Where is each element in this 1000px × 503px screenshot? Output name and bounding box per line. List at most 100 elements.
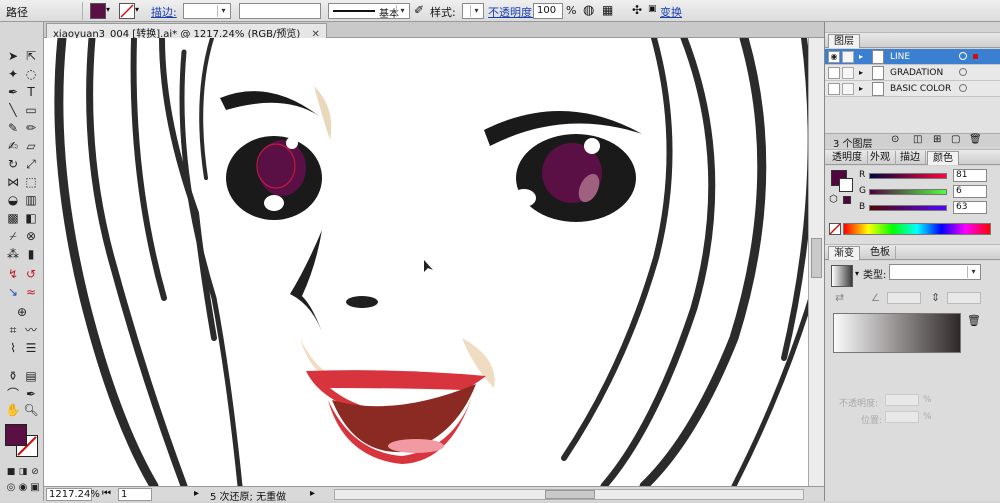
lock-toggle[interactable] — [842, 51, 854, 63]
none-color-swatch[interactable] — [829, 223, 841, 235]
graphic-style-picker[interactable]: ▾ — [462, 3, 484, 19]
red-slider[interactable] — [869, 173, 947, 179]
zoom-tool-icon[interactable]: 🔍︎ — [22, 402, 40, 418]
fill-dropdown-icon[interactable]: ▾ — [106, 5, 110, 14]
stop-opacity-input[interactable] — [885, 394, 919, 406]
layers-tab[interactable]: 图层 — [828, 34, 860, 48]
gradient-type-select[interactable]: ▾ — [889, 264, 981, 280]
opacity-label-link[interactable]: 不透明度: — [488, 4, 536, 20]
artboard-canvas[interactable] — [44, 38, 824, 486]
tab-gradient[interactable]: 渐变 — [828, 246, 860, 260]
gradient-slider-preview[interactable] — [833, 313, 961, 353]
red-value-input[interactable]: 81 — [953, 169, 987, 182]
rotate-tool-icon[interactable]: ↻ — [4, 156, 22, 172]
width-tool-icon[interactable]: ⋈ — [4, 174, 22, 190]
visibility-eye-icon[interactable]: ◉ — [828, 51, 840, 63]
tab-appearance[interactable]: 外观 — [865, 151, 896, 165]
align-icon[interactable]: ✣ — [632, 3, 642, 17]
shape-builder-tool-icon[interactable]: ◒ — [4, 192, 22, 208]
document-tab[interactable]: xiaoyuan3_004 [转换].ai* @ 1217.24% (RGB/预… — [46, 23, 327, 40]
column-graph-tool-icon[interactable]: ▮ — [22, 246, 40, 262]
slice-tool-icon[interactable]: ⊕ — [13, 304, 31, 320]
mesh-tool-icon[interactable]: ▩ — [4, 210, 22, 226]
target-circle-icon[interactable] — [959, 84, 967, 92]
stroke-swatch[interactable] — [119, 3, 135, 19]
scroll-thumb[interactable] — [811, 238, 822, 278]
visibility-eye-icon[interactable] — [828, 83, 840, 95]
layer-row-line[interactable]: ◉ ▸ LINE — [825, 49, 1000, 65]
lasso-tool-icon[interactable]: ◌ — [22, 66, 40, 82]
eyedropper-tool-icon[interactable]: ⌿ — [4, 228, 22, 244]
scroll-thumb[interactable] — [545, 490, 595, 499]
eraser-tool-icon[interactable]: ▱ — [22, 138, 40, 154]
direct-selection-tool-icon[interactable]: ⇱ — [22, 48, 40, 64]
variable-width-profile[interactable] — [239, 3, 321, 19]
new-layer-icon[interactable]: ▢ — [951, 134, 960, 145]
locate-object-icon[interactable]: ⊙ — [891, 134, 899, 145]
blob-brush-tool-icon[interactable]: ✍ — [4, 138, 22, 154]
rectangle-tool-icon[interactable]: ▭ — [22, 102, 40, 118]
closest-color-swatch[interactable] — [843, 196, 851, 204]
expand-arrow-icon[interactable]: ▸ — [859, 68, 863, 77]
page-number-field[interactable]: 1 — [118, 488, 152, 501]
transform-link[interactable]: 变换 — [660, 4, 682, 20]
document-setup-icon[interactable]: ▦ — [602, 3, 613, 17]
delete-stop-icon[interactable]: 🗑︎ — [967, 314, 981, 327]
lock-toggle[interactable] — [842, 67, 854, 79]
gradient-tool-icon[interactable]: ◧ — [22, 210, 40, 226]
fill-swatch[interactable] — [90, 3, 106, 19]
target-circle-icon[interactable] — [959, 68, 967, 76]
recolor-artwork-icon[interactable]: ◍ — [583, 3, 594, 18]
blend-tool-icon[interactable]: ⊗ — [22, 228, 40, 244]
knife-tool-icon[interactable]: ⌇ — [4, 340, 22, 356]
tab-stroke[interactable]: 描边 — [895, 151, 926, 165]
measure-tool-icon[interactable]: ⌒ — [4, 386, 22, 402]
green-slider[interactable] — [869, 189, 947, 195]
tab-swatches[interactable]: 色板 — [865, 246, 896, 260]
new-sublayer-icon[interactable]: ⊞ — [933, 134, 941, 145]
layer-row-basic-color[interactable]: ▸ BASIC COLOR — [825, 81, 1000, 97]
color-spectrum-bar[interactable] — [843, 223, 991, 235]
gradient-preview-swatch[interactable] — [831, 265, 853, 287]
clipping-mask-icon[interactable]: ◫ — [913, 134, 922, 145]
status-menu-icon[interactable]: ▸ — [310, 488, 315, 499]
magic-wand-tool-icon[interactable]: ✦ — [4, 66, 22, 82]
lock-toggle[interactable] — [842, 83, 854, 95]
crystallize-tool-icon[interactable]: ≈ — [22, 284, 40, 300]
pencil-tool-icon[interactable]: ✏ — [22, 120, 40, 136]
warp-tool-icon[interactable]: ↯ — [4, 266, 22, 282]
vertical-scrollbar[interactable] — [808, 38, 824, 486]
line-tool-icon[interactable]: ╲ — [4, 102, 22, 118]
expand-arrow-icon[interactable]: ▸ — [859, 84, 863, 93]
artboard-tool-icon[interactable]: ⌗ — [4, 322, 22, 338]
none-mode-icon[interactable]: ⊘ — [26, 464, 44, 480]
paintbrush-tool-icon[interactable]: ✎ — [4, 120, 22, 136]
stroke-color-swatch[interactable] — [839, 178, 853, 192]
envelope-tool-icon[interactable]: 〰 — [22, 322, 40, 338]
out-of-gamut-icon[interactable]: ⬡ — [829, 194, 838, 205]
type-tool-icon[interactable]: T — [22, 84, 40, 100]
scale-tool-icon[interactable]: ⤢ — [22, 156, 40, 172]
delete-layer-icon[interactable]: 🗑︎ — [969, 134, 982, 145]
reverse-gradient-icon[interactable]: ⇄ — [835, 291, 844, 304]
first-page-icon[interactable]: ⏮ — [102, 488, 111, 499]
fill-color-box[interactable] — [5, 424, 27, 446]
layer-row-gradation[interactable]: ▸ GRADATION — [825, 65, 1000, 81]
screen-mode-icon[interactable]: ▣ — [26, 480, 44, 496]
expand-arrow-icon[interactable]: ▸ — [859, 52, 863, 61]
scissors-tool-icon[interactable]: ☰ — [22, 340, 40, 356]
symbol-sprayer-tool-icon[interactable]: ⁂ — [4, 246, 22, 262]
stroke-dropdown-icon[interactable]: ▾ — [135, 5, 139, 14]
stroke-weight-input[interactable]: ▾ — [183, 3, 231, 19]
visibility-eye-icon[interactable] — [828, 67, 840, 79]
live-paint-tool-icon[interactable]: ⚱ — [4, 368, 22, 384]
eyedropper-alt-tool-icon[interactable]: ✒ — [22, 386, 40, 402]
blue-value-input[interactable]: 63 — [953, 201, 987, 214]
align-options-icon[interactable]: ▣ — [648, 4, 657, 14]
pucker-tool-icon[interactable]: ↘ — [4, 284, 22, 300]
stop-position-input[interactable] — [885, 411, 919, 423]
stroke-label-link[interactable]: 描边: — [151, 4, 177, 20]
opacity-input[interactable]: 100 — [533, 3, 563, 19]
pen-tool-icon[interactable]: ✒ — [4, 84, 22, 100]
hand-tool-icon[interactable]: ✋ — [4, 402, 22, 418]
